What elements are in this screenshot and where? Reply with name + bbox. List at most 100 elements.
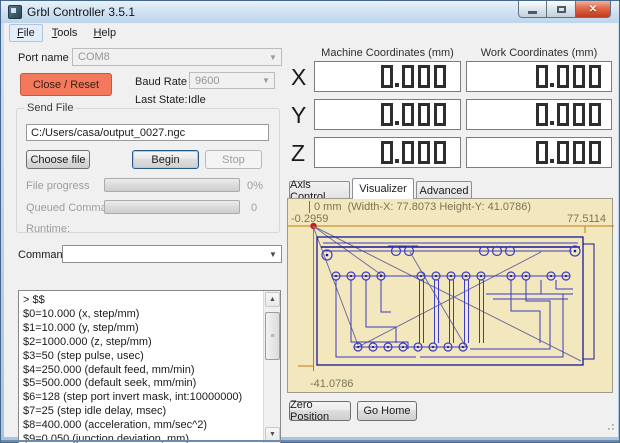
app-window: Grbl Controller 3.5.1 ✕ File Tools Help … (0, 0, 620, 443)
console-line: $3=50 (step pulse, usec) (23, 349, 144, 362)
segment-digit (381, 65, 393, 88)
last-state-value: Idle (188, 94, 206, 106)
resize-grip[interactable] (603, 419, 614, 430)
segment-digit (381, 141, 393, 164)
console-line: $9=0.050 (junction deviation, mm) (23, 433, 190, 443)
menu-file[interactable]: File (9, 24, 43, 42)
zero-position-label: Zero Position (290, 399, 330, 423)
machine-z-display (314, 137, 461, 168)
tab-advanced-label: Advanced (419, 184, 469, 197)
stop-button: Stop (205, 150, 262, 169)
scroll-up-icon[interactable]: ▲ (265, 292, 280, 307)
file-path-value: C:/Users/casa/output_0027.ngc (31, 127, 186, 139)
segment-dot (395, 83, 399, 87)
send-file-group-label: Send File (24, 102, 77, 114)
work-x-display (466, 61, 612, 92)
work-y-display (466, 99, 612, 130)
close-button[interactable]: ✕ (575, 1, 611, 18)
tab-axis-control[interactable]: Axis Control (289, 179, 350, 203)
choose-file-label: Choose file (30, 153, 86, 166)
menu-help[interactable]: Help (86, 25, 123, 41)
console-line: $7=25 (step idle delay, msec) (23, 405, 167, 418)
visualizer-canvas (288, 222, 614, 371)
segment-digit (589, 141, 601, 164)
console-line: > $$ (23, 294, 45, 306)
console-line: $2=1000.000 (z, step/mm) (23, 335, 152, 348)
baud-rate-value: 9600 (195, 74, 220, 87)
segment-dot (550, 159, 554, 163)
window-title: Grbl Controller 3.5.1 (27, 5, 136, 19)
begin-button[interactable]: Begin (132, 150, 199, 169)
segment-digit (573, 141, 585, 164)
window-controls: ✕ (518, 1, 611, 18)
scroll-down-icon[interactable]: ▼ (265, 427, 280, 442)
queued-commands-bar (104, 200, 240, 214)
segment-digit (402, 141, 414, 164)
tab-advanced[interactable]: Advanced (416, 181, 472, 199)
console-line: $1=10.000 (y, step/mm) (23, 321, 139, 334)
segment-digit (402, 65, 414, 88)
segment-digit (573, 65, 585, 88)
last-state-label: Last State: (135, 94, 188, 106)
choose-file-button[interactable]: Choose file (26, 150, 90, 169)
segment-digit (557, 65, 569, 88)
console-line: $8=400.000 (acceleration, mm/sec^2) (23, 419, 208, 432)
close-reset-button[interactable]: Close / Reset (20, 73, 112, 96)
chevron-down-icon: ▼ (262, 76, 270, 85)
file-path-input[interactable]: C:/Users/casa/output_0027.ngc (26, 124, 269, 141)
title-bar[interactable]: Grbl Controller 3.5.1 ✕ (1, 1, 619, 23)
axis-y-label: Y (291, 102, 307, 128)
runtime-label: Runtime: (26, 223, 71, 235)
segment-dot (395, 159, 399, 163)
begin-label: Begin (151, 153, 180, 166)
axis-z-label: Z (291, 140, 306, 166)
segment-digit (381, 103, 393, 126)
file-progress-value: 0% (247, 180, 263, 192)
segment-digit (434, 141, 446, 164)
chevron-down-icon: ▼ (269, 52, 277, 62)
scrollbar-thumb[interactable]: ≡ (265, 312, 280, 360)
go-home-button[interactable]: Go Home (357, 401, 417, 421)
port-name-label: Port name (18, 52, 69, 64)
queued-commands-value: 0 (251, 202, 258, 214)
segment-dot (395, 121, 399, 125)
segment-digit (573, 103, 585, 126)
segment-dot (550, 83, 554, 87)
segment-digit (418, 65, 430, 88)
file-progress-label: File progress (26, 180, 90, 192)
port-value: COM8 (78, 51, 110, 63)
segment-digit (589, 65, 601, 88)
maximize-icon (556, 5, 566, 13)
console-scrollbar[interactable]: ▲ ≡ ▼ (263, 291, 280, 443)
menu-tools[interactable]: Tools (45, 25, 85, 41)
menu-bar: File Tools Help (4, 23, 618, 43)
segment-digit (536, 103, 548, 126)
tab-visualizer[interactable]: Visualizer (352, 178, 414, 199)
pcb-drawing (316, 236, 595, 366)
client-area: File Tools Help Port name COM8 ▼ Close /… (4, 23, 618, 443)
tab-visualizer-label: Visualizer (359, 183, 407, 195)
close-reset-label: Close / Reset (32, 78, 100, 91)
segment-digit (434, 65, 446, 88)
console-line: $4=250.000 (default feed, mm/min) (23, 363, 195, 376)
segment-dot (550, 121, 554, 125)
console-output[interactable]: > $$ $0=10.000 (x, step/mm) $1=10.000 (y, … (18, 290, 281, 443)
console-line: $5=500.000 (default seek, mm/min) (23, 377, 197, 390)
segment-digit (418, 141, 430, 164)
segment-digit (418, 103, 430, 126)
close-icon: ✕ (588, 3, 598, 15)
zero-position-button[interactable]: Zero Position (289, 399, 351, 423)
console-line: $0=10.000 (x, step/mm) (23, 307, 140, 320)
app-icon (8, 5, 22, 19)
machine-y-display (314, 99, 461, 130)
segment-digit (557, 103, 569, 126)
stop-label: Stop (222, 153, 245, 166)
minimize-icon (528, 10, 537, 14)
axis-x-label: X (291, 64, 307, 90)
maximize-button[interactable] (547, 1, 575, 18)
minimize-button[interactable] (518, 1, 547, 18)
work-coordinates-header: Work Coordinates (mm) (480, 47, 598, 59)
command-combobox[interactable]: ▼ (62, 245, 282, 263)
segment-digit (589, 103, 601, 126)
chevron-down-icon: ▼ (269, 249, 277, 259)
